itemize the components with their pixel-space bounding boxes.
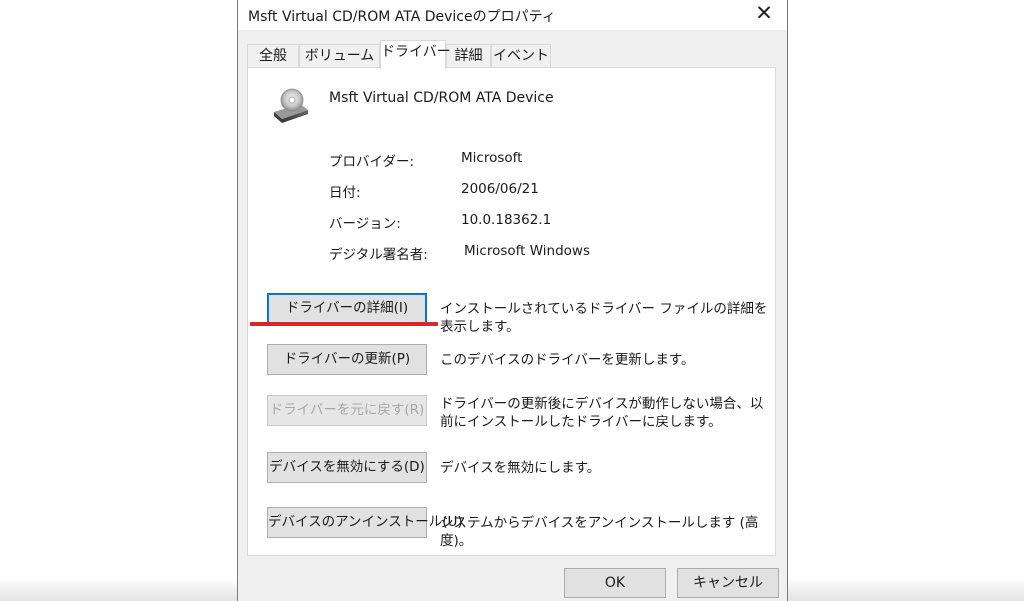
- ok-button[interactable]: OK: [564, 568, 666, 598]
- signer-label: デジタル署名者:: [329, 247, 428, 263]
- tab-driver[interactable]: ドライバー: [380, 40, 451, 69]
- date-label: 日付:: [329, 185, 361, 201]
- driver-details-button[interactable]: ドライバーの詳細(I): [267, 293, 427, 324]
- driver-tab-panel: Msft Virtual CD/ROM ATA Device プロバイダー: M…: [247, 67, 776, 556]
- uninstall-device-description: システムからデバイスをアンインストールします (高度)。: [440, 515, 759, 549]
- driver-details-description: インストールされているドライバー ファイルの詳細を表示します。: [440, 301, 768, 335]
- update-driver-button[interactable]: ドライバーの更新(P): [267, 344, 427, 375]
- roll-back-driver-button: ドライバーを元に戻す(R): [267, 395, 427, 426]
- signer-value: Microsoft Windows: [464, 243, 590, 259]
- provider-label: プロバイダー:: [329, 154, 415, 170]
- cancel-button[interactable]: キャンセル: [677, 568, 779, 598]
- provider-value: Microsoft: [461, 150, 523, 166]
- tab-general[interactable]: 全般: [247, 44, 299, 68]
- disable-device-description: デバイスを無効にします。: [440, 460, 601, 476]
- tab-events[interactable]: イベント: [491, 44, 551, 68]
- highlight-underline: [250, 322, 438, 326]
- version-value: 10.0.18362.1: [461, 212, 552, 228]
- uninstall-device-button[interactable]: デバイスのアンインストール(U): [267, 507, 463, 538]
- close-icon[interactable]: ✕: [749, 1, 779, 27]
- title-bar: Msft Virtual CD/ROM ATA Deviceのプロパティ ✕: [238, 0, 787, 30]
- roll-back-driver-description: ドライバーの更新後にデバイスが動作しない場合、以前にインストールしたドライバーに…: [440, 396, 764, 430]
- version-label: バージョン:: [329, 216, 401, 232]
- dialog-title: Msft Virtual CD/ROM ATA Deviceのプロパティ: [248, 9, 556, 25]
- tab-volumes[interactable]: ボリューム: [299, 44, 380, 68]
- device-name: Msft Virtual CD/ROM ATA Device: [329, 90, 554, 106]
- date-value: 2006/06/21: [461, 181, 539, 197]
- disable-device-button[interactable]: デバイスを無効にする(D): [267, 452, 427, 483]
- cd-drive-icon: [274, 88, 308, 123]
- tab-details[interactable]: 詳細: [446, 44, 491, 68]
- properties-dialog: Msft Virtual CD/ROM ATA Deviceのプロパティ ✕ 全…: [237, 0, 788, 601]
- update-driver-description: このデバイスのドライバーを更新します。: [440, 352, 695, 368]
